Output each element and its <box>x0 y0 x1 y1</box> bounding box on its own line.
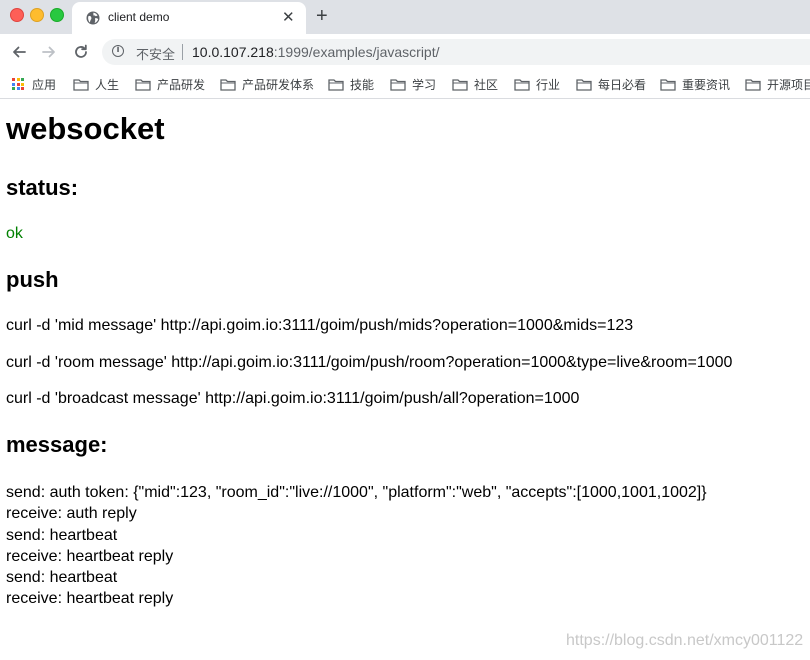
folder-icon <box>452 78 468 91</box>
message-line: send: heartbeat <box>6 526 118 544</box>
apps-grid-icon <box>12 78 24 90</box>
bookmark-apps[interactable]: 应用 <box>12 75 56 93</box>
tab-client-demo[interactable]: client demo ✕ <box>72 2 306 34</box>
tab-strip: client demo ✕ + <box>0 0 810 34</box>
message-heading: message: <box>6 432 108 457</box>
folder-icon <box>660 78 676 91</box>
bookmark-folder[interactable]: 重要资讯 <box>660 75 730 93</box>
bookmark-label: 社区 <box>474 77 499 92</box>
address-bar[interactable]: i 不安全 10.0.107.218:1999/examples/javascr… <box>102 39 810 65</box>
bookmark-label: 每日必看 <box>598 77 647 92</box>
info-icon[interactable]: i <box>112 45 124 57</box>
push-command-broadcast: curl -d 'broadcast message' http://api.g… <box>6 390 580 407</box>
push-command-room: curl -d 'room message' http://api.goim.i… <box>6 354 733 371</box>
bookmark-folder[interactable]: 开源项目 <box>745 75 810 93</box>
reload-icon[interactable] <box>70 41 92 63</box>
folder-icon <box>745 78 761 91</box>
bookmark-folder[interactable]: 产品研发体系 <box>220 75 314 93</box>
bookmark-folder[interactable]: 学习 <box>390 75 436 93</box>
folder-icon <box>135 78 151 91</box>
url-text[interactable]: 10.0.107.218:1999/examples/javascript/ <box>192 44 440 60</box>
new-tab-button[interactable]: + <box>316 6 328 26</box>
bookmark-label: 学习 <box>412 77 437 92</box>
bookmark-label: 人生 <box>95 77 120 92</box>
folder-icon <box>328 78 344 91</box>
url-host: 10.0.107.218 <box>192 44 274 60</box>
folder-icon <box>390 78 406 91</box>
url-path: :1999/examples/javascript/ <box>273 44 440 60</box>
folder-icon <box>73 78 89 91</box>
push-heading: push <box>6 267 59 292</box>
tab-close-icon[interactable]: ✕ <box>282 10 295 25</box>
push-command-mid: curl -d 'mid message' http://api.goim.io… <box>6 317 634 334</box>
bookmark-folder[interactable]: 技能 <box>328 75 374 93</box>
window-close-button[interactable] <box>10 8 24 22</box>
browser-toolbar: i 不安全 10.0.107.218:1999/examples/javascr… <box>0 34 810 70</box>
forward-arrow-icon[interactable] <box>38 41 60 63</box>
bookmark-label: 开源项目 <box>767 77 810 92</box>
status-value: ok <box>6 225 23 242</box>
bookmark-label: 技能 <box>350 77 375 92</box>
bookmark-folder[interactable]: 社区 <box>452 75 498 93</box>
message-line: receive: auth reply <box>6 505 137 523</box>
bookmark-label: 重要资讯 <box>682 77 731 92</box>
folder-icon <box>576 78 592 91</box>
window-maximize-button[interactable] <box>50 8 64 22</box>
bookmark-label: 应用 <box>32 77 57 92</box>
watermark: https://blog.csdn.net/xmcy001122 <box>566 632 804 649</box>
page-title: websocket <box>6 111 165 146</box>
message-line: send: heartbeat <box>6 569 118 587</box>
bookmark-folder[interactable]: 产品研发 <box>135 75 205 93</box>
address-divider <box>182 44 183 60</box>
tab-title: client demo <box>108 10 170 24</box>
folder-icon <box>514 78 530 91</box>
message-log: send: auth token: {"mid":123, "room_id":… <box>6 482 707 610</box>
bookmark-label: 行业 <box>536 77 561 92</box>
message-line: send: auth token: {"mid":123, "room_id":… <box>6 484 707 501</box>
bookmark-folder[interactable]: 人生 <box>73 75 119 93</box>
back-arrow-icon[interactable] <box>8 41 30 63</box>
bookmark-folder[interactable]: 每日必看 <box>576 75 646 93</box>
status-heading: status: <box>6 175 79 200</box>
message-line: receive: heartbeat reply <box>6 590 174 608</box>
globe-icon <box>86 11 100 25</box>
bookmark-label: 产品研发 <box>157 77 206 92</box>
window-minimize-button[interactable] <box>30 8 44 22</box>
bookmark-folder[interactable]: 行业 <box>514 75 560 93</box>
message-line: receive: heartbeat reply <box>6 547 174 565</box>
security-label[interactable]: 不安全 <box>136 44 175 63</box>
bookmarks-bar: 应用 人生 产品研发 产品研发体系 技能 学习 社区 行业 每日必看 重要资讯 … <box>0 70 810 99</box>
bookmark-label: 产品研发体系 <box>242 77 315 92</box>
folder-icon <box>220 78 236 91</box>
